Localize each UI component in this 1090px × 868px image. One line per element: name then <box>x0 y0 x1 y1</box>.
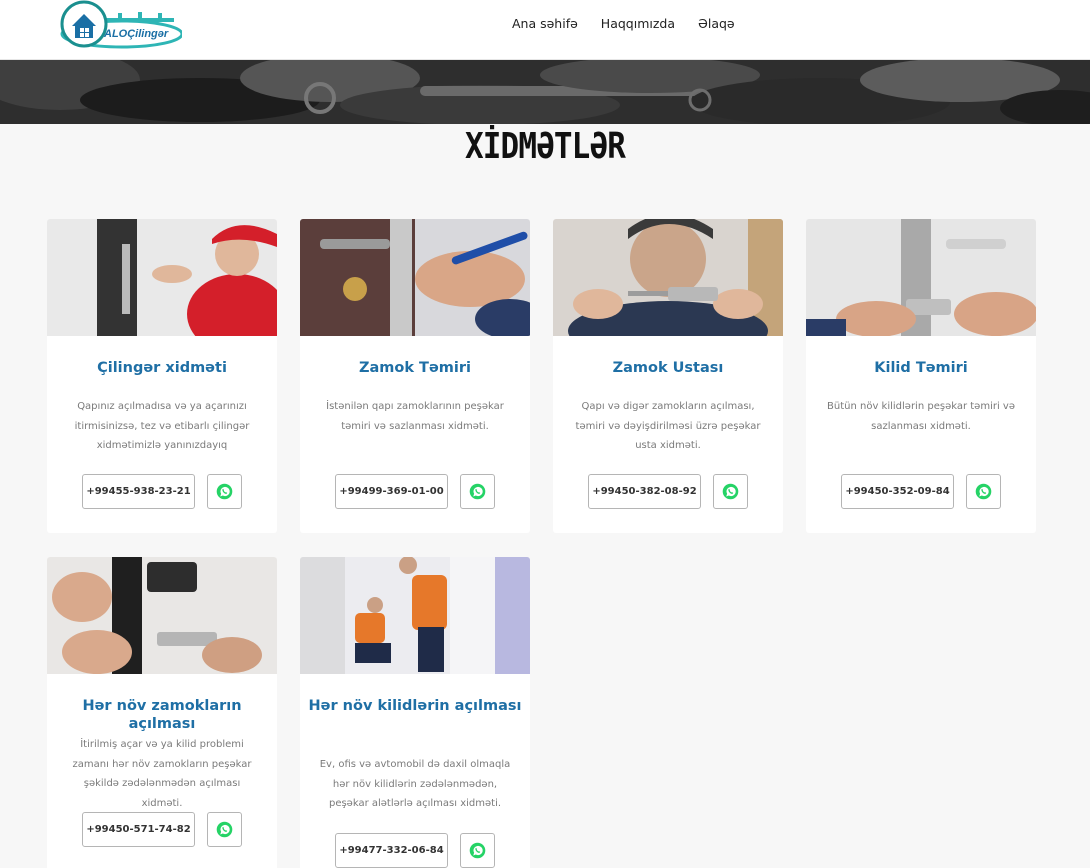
whatsapp-button[interactable] <box>713 474 748 509</box>
whatsapp-button[interactable] <box>460 474 495 509</box>
phone-button[interactable]: +99450-382-08-92 <box>588 474 701 509</box>
service-title: Hər növ zamokların açılması <box>82 698 242 732</box>
service-card: Hər növ zamokların açılması İtirilmiş aç… <box>47 557 277 868</box>
whatsapp-icon <box>469 483 486 500</box>
service-title: Zamok Təmiri <box>359 360 471 376</box>
service-card: Kilid Təmiri Bütün növ kilidlərin peşəka… <box>806 219 1036 533</box>
service-description: İstənilən qapı zamoklarının peşəkar təmi… <box>326 401 504 432</box>
service-card: Çilingər xidməti Qapınız açılmadısa və y… <box>47 219 277 533</box>
main-nav: Ana səhifə Haqqımızda Əlaqə <box>512 16 758 32</box>
logo-text: ALOÇilingər <box>103 28 169 40</box>
service-image-key-opening <box>300 557 530 674</box>
phone-button[interactable]: +99455-938-23-21 <box>82 474 195 509</box>
service-card: Hər növ kilidlərin açılması Ev, ofis və … <box>300 557 530 868</box>
service-card: Zamok Ustası Qapı və digər zamokların aç… <box>553 219 783 533</box>
logo[interactable]: ALOÇilingər <box>58 0 182 50</box>
nav-home[interactable]: Ana səhifə <box>512 16 578 32</box>
service-title: Çilingər xidməti <box>97 360 227 376</box>
service-description: Bütün növ kilidlərin peşəkar təmiri və s… <box>827 401 1015 432</box>
phone-button[interactable]: +99450-352-09-84 <box>841 474 954 509</box>
service-description: Qapınız açılmadısa və ya açarınızı itirm… <box>74 401 250 451</box>
whatsapp-icon <box>722 483 739 500</box>
whatsapp-icon <box>216 483 233 500</box>
service-title: Kilid Təmiri <box>874 360 968 376</box>
service-card: Zamok Təmiri İstənilən qapı zamoklarının… <box>300 219 530 533</box>
service-title: Zamok Ustası <box>612 360 724 376</box>
whatsapp-button[interactable] <box>460 833 495 868</box>
whatsapp-icon <box>216 821 233 838</box>
whatsapp-button[interactable] <box>207 474 242 509</box>
service-description: Ev, ofis və avtomobil də daxil olmaqla h… <box>319 759 511 809</box>
service-image-locksmith <box>47 219 277 336</box>
service-image-lock-repair <box>300 219 530 336</box>
phone-button[interactable]: +99450-571-74-82 <box>82 812 195 847</box>
service-image-lock-opening <box>47 557 277 674</box>
whatsapp-button[interactable] <box>966 474 1001 509</box>
nav-about[interactable]: Haqqımızda <box>601 16 675 32</box>
service-description: Qapı və digər zamokların açılması, təmir… <box>575 401 761 451</box>
service-image-lock-repair-2 <box>806 219 1036 336</box>
page-title: XİDMƏTLƏR <box>464 126 626 167</box>
site-header: ALOÇilingər Ana səhifə Haqqımızda Əlaqə <box>0 0 1090 60</box>
service-description: İtirilmiş açar və ya kilid problemi zama… <box>72 739 252 809</box>
whatsapp-button[interactable] <box>207 812 242 847</box>
nav-contact[interactable]: Əlaqə <box>698 16 735 32</box>
hero-image <box>0 60 1090 124</box>
hero-banner <box>0 60 1090 124</box>
service-title: Hər növ kilidlərin açılması <box>308 698 522 714</box>
phone-button[interactable]: +99477-332-06-84 <box>335 833 448 868</box>
whatsapp-icon <box>469 842 486 859</box>
whatsapp-icon <box>975 483 992 500</box>
phone-button[interactable]: +99499-369-01-00 <box>335 474 448 509</box>
service-image-lock-master <box>553 219 783 336</box>
